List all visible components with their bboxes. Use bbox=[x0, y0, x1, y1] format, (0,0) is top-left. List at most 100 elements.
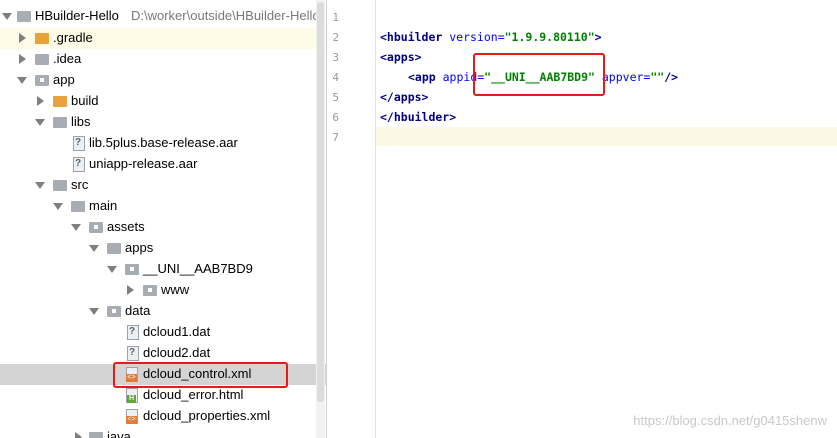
folder-icon bbox=[143, 285, 157, 296]
folder-icon bbox=[53, 96, 67, 107]
expand-arrow-icon[interactable] bbox=[2, 13, 12, 20]
tree-item-label: libs bbox=[71, 114, 91, 129]
code-line-3[interactable]: <apps> bbox=[380, 50, 422, 64]
line-number: 2 bbox=[332, 31, 339, 44]
expand-arrow-icon[interactable] bbox=[71, 224, 81, 231]
collapse-arrow-icon[interactable] bbox=[19, 33, 26, 43]
tree-item-apps[interactable]: apps bbox=[0, 238, 326, 259]
tree-item-idea[interactable]: .idea bbox=[0, 49, 326, 70]
folder-icon bbox=[107, 306, 121, 317]
line-number: 1 bbox=[332, 11, 339, 24]
folder-icon bbox=[89, 432, 103, 438]
expand-arrow-icon[interactable] bbox=[35, 119, 45, 126]
tree-item-label: data bbox=[125, 303, 151, 318]
folder-icon bbox=[71, 201, 85, 212]
tree-item-label: .gradle bbox=[53, 30, 93, 45]
tree-item-uniapp-aar[interactable]: ? uniapp-release.aar bbox=[0, 154, 326, 175]
xml-tag: <apps> bbox=[380, 50, 422, 64]
line-number: 5 bbox=[332, 91, 339, 104]
unknown-file-icon: ? bbox=[127, 346, 139, 361]
tree-item-dcloud-error-html[interactable]: H dcloud_error.html bbox=[0, 385, 326, 406]
folder-icon bbox=[35, 54, 49, 65]
collapse-arrow-icon[interactable] bbox=[75, 432, 82, 438]
xml-tag: </apps> bbox=[380, 90, 429, 104]
tree-item-label: dcloud2.dat bbox=[143, 345, 211, 360]
collapse-arrow-icon[interactable] bbox=[127, 285, 134, 295]
highlight-box-appid bbox=[473, 53, 605, 96]
tree-item-label: assets bbox=[107, 219, 145, 234]
tree-item-label: java bbox=[107, 429, 131, 438]
module-folder-icon bbox=[35, 75, 49, 86]
tree-item-label: dcloud_error.html bbox=[143, 387, 244, 402]
xml-editor[interactable]: 1 2 3 4 5 6 7 <hbuilder version="1.9.9.8… bbox=[327, 0, 837, 438]
tree-item-dcloud2-dat[interactable]: ? dcloud2.dat bbox=[0, 343, 326, 364]
aar-file-icon: ? bbox=[73, 157, 85, 172]
folder-icon bbox=[53, 180, 67, 191]
xml-tag: <hbuilder bbox=[380, 30, 443, 44]
tree-item-uni-app-folder[interactable]: __UNI__AAB7BD9 bbox=[0, 259, 326, 280]
tree-item-java[interactable]: java bbox=[0, 427, 326, 438]
xml-tag: /> bbox=[664, 70, 679, 84]
project-path: D:\worker\outside\HBuilder-Hello bbox=[131, 8, 320, 23]
aar-file-icon: ? bbox=[73, 136, 85, 151]
tree-item-main[interactable]: main bbox=[0, 196, 326, 217]
xml-tag: </hbuilder> bbox=[380, 110, 457, 124]
highlight-box-selected-file bbox=[113, 362, 288, 388]
tree-item-label: HBuilder-Hello bbox=[35, 8, 119, 23]
tree-item-label: app bbox=[53, 72, 75, 87]
assets-folder-icon bbox=[89, 222, 103, 233]
line-number: 7 bbox=[332, 131, 339, 144]
tree-item-label: src bbox=[71, 177, 89, 192]
tree-item-label: build bbox=[71, 93, 99, 108]
collapse-arrow-icon[interactable] bbox=[37, 96, 44, 106]
tree-scrollbar[interactable] bbox=[316, 0, 325, 438]
expand-arrow-icon[interactable] bbox=[89, 245, 99, 252]
expand-arrow-icon[interactable] bbox=[89, 308, 99, 315]
code-line-2[interactable]: <hbuilder version="1.9.9.80110"> bbox=[380, 30, 602, 44]
expand-arrow-icon[interactable] bbox=[17, 77, 27, 84]
tree-item-label: .idea bbox=[53, 51, 82, 66]
xml-file-icon: <> bbox=[126, 409, 138, 424]
code-line-5[interactable]: </apps> bbox=[380, 90, 428, 104]
tree-item-label: dcloud_properties.xml bbox=[143, 408, 271, 423]
tree-item-libs[interactable]: libs bbox=[0, 112, 326, 133]
tree-item-gradle[interactable]: .gradle bbox=[0, 28, 326, 49]
tree-item-app[interactable]: app bbox=[0, 70, 326, 91]
xml-tag: > bbox=[594, 30, 602, 44]
expand-arrow-icon[interactable] bbox=[53, 203, 63, 210]
collapse-arrow-icon[interactable] bbox=[19, 54, 26, 64]
expand-arrow-icon[interactable] bbox=[107, 266, 117, 273]
code-line-6[interactable]: </hbuilder> bbox=[380, 110, 456, 124]
tree-item-label: apps bbox=[125, 240, 154, 255]
folder-icon bbox=[125, 264, 139, 275]
tree-item-label: __UNI__AAB7BD9 bbox=[143, 261, 253, 276]
tree-item-lib-5plus-aar[interactable]: ? lib.5plus.base-release.aar bbox=[0, 133, 326, 154]
tree-item-dcloud1-dat[interactable]: ? dcloud1.dat bbox=[0, 322, 326, 343]
line-number: 4 bbox=[332, 71, 339, 84]
tree-item-src[interactable]: src bbox=[0, 175, 326, 196]
xml-value: "" bbox=[650, 70, 665, 84]
tree-item-label: dcloud1.dat bbox=[143, 324, 211, 339]
html-file-icon: H bbox=[126, 388, 138, 403]
xml-attr: version= bbox=[442, 30, 505, 44]
folder-icon bbox=[53, 117, 67, 128]
tree-item-assets[interactable]: assets bbox=[0, 217, 326, 238]
tree-item-www[interactable]: www bbox=[0, 280, 326, 301]
tree-item-dcloud-properties-xml[interactable]: <> dcloud_properties.xml bbox=[0, 406, 326, 427]
xml-tag: <app bbox=[408, 70, 436, 84]
project-tree-panel: HBuilder-Hello D:\worker\outside\HBuilde… bbox=[0, 0, 326, 438]
tree-item-project-root[interactable]: HBuilder-Hello D:\worker\outside\HBuilde… bbox=[0, 6, 326, 27]
tree-item-data[interactable]: data bbox=[0, 301, 326, 322]
tree-item-label: lib.5plus.base-release.aar bbox=[89, 135, 238, 150]
xml-value: "1.9.9.80110" bbox=[504, 30, 595, 44]
tree-item-build[interactable]: build bbox=[0, 91, 326, 112]
line-number: 3 bbox=[332, 51, 339, 64]
current-line-highlight bbox=[327, 127, 837, 146]
unknown-file-icon: ? bbox=[127, 325, 139, 340]
line-number: 6 bbox=[332, 111, 339, 124]
project-folder-icon bbox=[17, 11, 31, 22]
tree-scrollbar-thumb[interactable] bbox=[317, 2, 324, 402]
expand-arrow-icon[interactable] bbox=[35, 182, 45, 189]
tree-item-label: www bbox=[161, 282, 190, 297]
watermark: https://blog.csdn.net/g0415shenw bbox=[633, 413, 827, 428]
